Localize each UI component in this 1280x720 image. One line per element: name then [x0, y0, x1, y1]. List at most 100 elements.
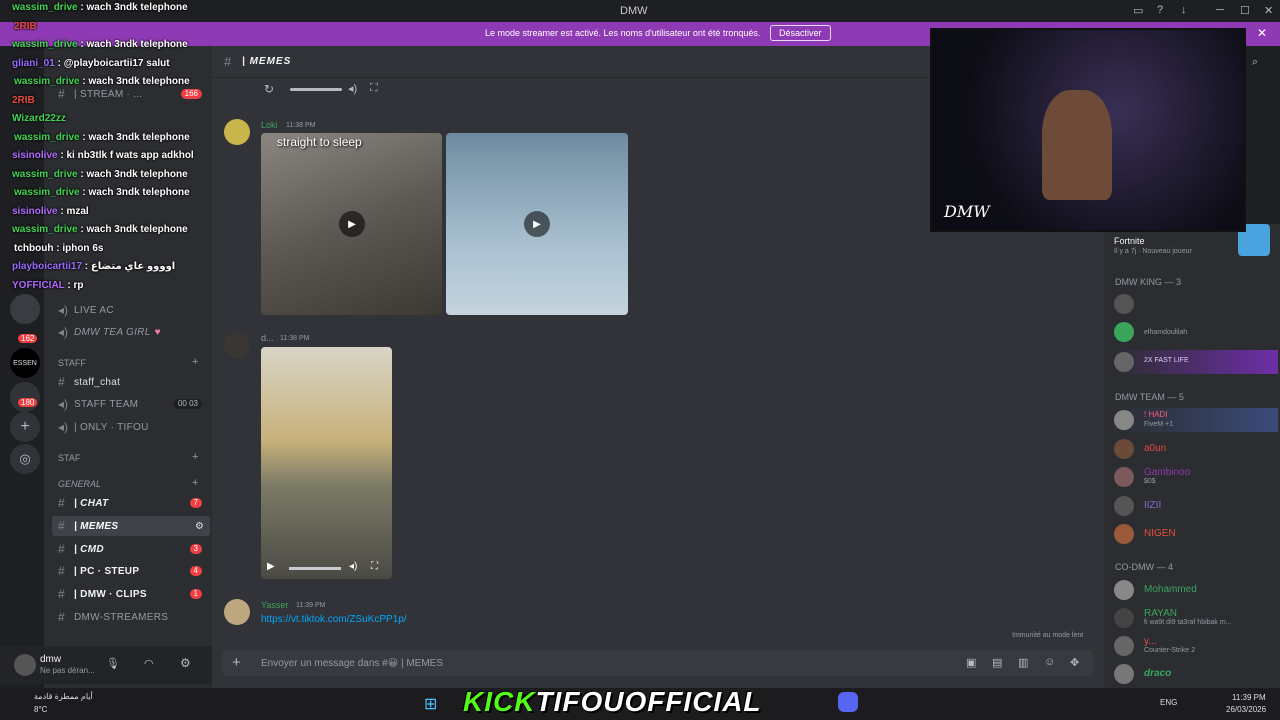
message-time: 11:38 PM — [286, 122, 316, 129]
volume-slider[interactable] — [290, 88, 342, 91]
channel-hash-icon: # — [58, 564, 65, 578]
video-attachment[interactable]: straight to sleep ▶ — [261, 133, 442, 315]
voice-channel-tea[interactable]: ◂) DMW TEA GIRL ♥ — [58, 322, 208, 342]
chat-overlay-text: rp — [73, 279, 84, 291]
chat-overlay-separator: : — [77, 2, 87, 13]
composer-placeholder: Envoyer un message dans #😀 | MEMES — [261, 658, 443, 669]
stream-chat-overlay: wassim_drive : wach 3ndk telephone 2RIB wa… — [10, 0, 240, 320]
volume-icon[interactable]: ◂) — [349, 561, 357, 572]
member-item[interactable]: IIZII — [1114, 494, 1278, 518]
message-composer[interactable]: + Envoyer un message dans #😀 | MEMES ▣ ▤… — [222, 650, 1094, 676]
emoji-icon[interactable]: ☺ — [1044, 656, 1055, 668]
microphone-icon[interactable]: 🎙 — [106, 657, 120, 670]
disable-streamer-button[interactable]: Désactiver — [770, 25, 831, 41]
download-icon[interactable]: ↓ — [1181, 4, 1187, 16]
weather-temp: 8°C — [34, 705, 48, 714]
chat-overlay-line: playboicartii17 : اوووو عاي متضاع — [12, 261, 175, 272]
voice-channel-staff-team[interactable]: ◂) STAFF TEAM 00 03 — [58, 394, 208, 414]
play-icon[interactable]: ▶ — [524, 211, 550, 237]
message-time: 11:39 PM — [296, 602, 326, 609]
channel-memes[interactable]: # | MEMES ⚙ — [52, 516, 210, 536]
fullscreen-icon[interactable]: ⛶ — [371, 561, 378, 572]
video-attachment[interactable]: ▶ ◂) ⛶ — [261, 347, 392, 579]
volume-slider[interactable] — [289, 567, 341, 570]
avatar[interactable] — [224, 332, 250, 358]
chat-overlay-text: wach 3ndk telephone — [86, 168, 188, 180]
member-item[interactable]: NIGEN — [1114, 522, 1278, 546]
inbox-icon[interactable]: ▭ — [1133, 4, 1143, 17]
video-attachment[interactable]: ▶ — [446, 133, 628, 315]
add-channel-icon[interactable]: + — [192, 356, 198, 368]
chat-overlay-user: tchbouh — [14, 242, 54, 254]
chat-overlay-line: sisinolive : ki nb3tlk f wats app adkhol — [12, 150, 194, 161]
replay-icon[interactable]: ↻ — [264, 82, 274, 96]
discover-icon[interactable]: ◎ — [10, 444, 40, 474]
chat-overlay-user: playboicartii17 — [12, 261, 83, 272]
category-general[interactable]: GENERAL — [58, 479, 101, 489]
channel-dmw-streamers[interactable]: # DMW-STREAMERS — [58, 607, 208, 627]
channel-chat[interactable]: # | CHAT 7 — [58, 493, 208, 513]
member-item[interactable]: elhamdoulilah — [1114, 320, 1278, 344]
channel-staff-chat[interactable]: # staff_chat — [58, 372, 208, 392]
add-channel-icon[interactable]: + — [192, 451, 198, 463]
chat-overlay-user: wassim_drive — [14, 187, 80, 198]
member-item[interactable]: ! HADI FiveM +1 — [1114, 408, 1278, 432]
chat-overlay-separator: : — [77, 39, 87, 50]
gif-icon[interactable]: ▤ — [992, 656, 1002, 669]
sticker-icon[interactable]: ▥ — [1018, 656, 1028, 669]
volume-icon[interactable]: ◂) — [348, 82, 357, 95]
play-icon[interactable]: ▶ — [339, 211, 365, 237]
member-item[interactable]: 2X FAST LIFE — [1114, 350, 1278, 374]
language-indicator[interactable]: ENG — [1160, 698, 1177, 707]
message-author[interactable]: Loki — [261, 120, 278, 130]
avatar[interactable] — [14, 654, 36, 676]
member-item[interactable]: RAYAN fi wa9t di9 ta3raf hbibak m... — [1114, 606, 1278, 630]
close-window-button[interactable]: ✕ — [1264, 4, 1273, 17]
category-staf[interactable]: STAF — [58, 453, 80, 463]
avatar — [1114, 352, 1134, 372]
chat-overlay-line: wassim_drive : wach 3ndk telephone — [14, 76, 190, 87]
add-server-icon[interactable]: + — [10, 412, 40, 442]
server-icon[interactable] — [10, 382, 40, 412]
windows-start-icon[interactable]: ⊞ — [424, 694, 437, 714]
message-author[interactable]: Yasser — [261, 600, 288, 610]
channel-cmd[interactable]: # | CMD 3 — [58, 539, 208, 559]
video-caption: straight to sleep — [277, 135, 362, 149]
voice-channel-only-tifou[interactable]: ◂) | ONLY · TIFOU — [58, 417, 208, 437]
member-group-title: DMW KING — 3 — [1115, 277, 1182, 287]
channel-pc-steup[interactable]: # | PC · STEUP 4 — [58, 561, 208, 581]
maximize-button[interactable]: ☐ — [1240, 4, 1250, 17]
member-item[interactable]: draco — [1114, 662, 1278, 686]
avatar — [1114, 580, 1134, 600]
unread-badge: 4 — [189, 566, 202, 576]
settings-icon[interactable]: ⚙ — [195, 521, 204, 532]
play-icon[interactable]: ▶ — [267, 561, 275, 572]
user-settings-icon[interactable]: ⚙ — [180, 656, 191, 670]
member-item[interactable]: Gambinoo $0$ — [1114, 465, 1278, 489]
member-item[interactable] — [1114, 292, 1278, 316]
chat-overlay-line: wassim_drive : wach 3ndk telephone — [12, 224, 188, 235]
help-icon[interactable]: ? — [1157, 4, 1163, 16]
search-icon[interactable]: ⌕ — [1252, 56, 1258, 69]
avatar[interactable] — [224, 599, 250, 625]
apps-icon[interactable]: ✥ — [1070, 656, 1079, 669]
add-attachment-icon[interactable]: + — [232, 654, 241, 671]
fullscreen-icon[interactable]: ⛶ — [370, 82, 378, 95]
message-link[interactable]: https://vt.tiktok.com/ZSuKcPP1p/ — [261, 614, 407, 625]
member-item[interactable]: y... Counter-Strike 2 — [1114, 634, 1278, 658]
headphones-icon[interactable]: ◠ — [144, 657, 154, 670]
gift-icon[interactable]: ▣ — [966, 656, 976, 669]
member-item[interactable]: a0un — [1114, 437, 1278, 461]
channel-dmw-clips[interactable]: # | DMW · CLIPS 1 — [58, 584, 208, 604]
minimize-button[interactable]: ─ — [1216, 4, 1224, 16]
discord-taskbar-icon[interactable] — [838, 692, 858, 712]
chat-overlay-text: wach 3ndk telephone — [86, 2, 188, 13]
heart-icon: ♥ — [154, 326, 161, 338]
close-banner-icon[interactable]: ✕ — [1257, 26, 1267, 40]
member-item[interactable]: Mohammed — [1114, 578, 1278, 602]
server-icon[interactable]: ESSEN — [10, 348, 40, 378]
chat-overlay-user: wassim_drive — [12, 168, 78, 180]
add-channel-icon[interactable]: + — [192, 477, 198, 489]
message-author[interactable]: d... — [261, 333, 274, 343]
category-staff[interactable]: STAFF — [58, 358, 86, 368]
